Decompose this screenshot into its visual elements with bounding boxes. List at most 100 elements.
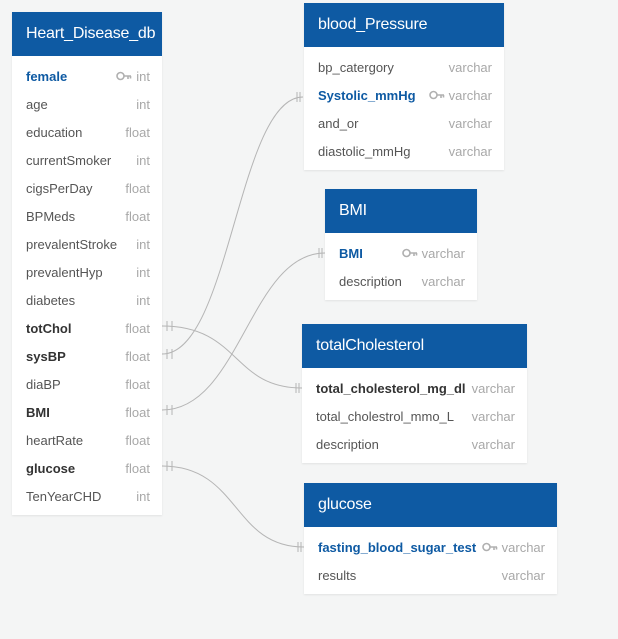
field-row[interactable]: totChol float xyxy=(12,314,162,342)
field-name: TenYearCHD xyxy=(26,488,102,504)
field-type: float xyxy=(125,180,150,196)
field-row[interactable]: total_cholesterol_mg_dl varchar xyxy=(302,374,527,402)
field-row[interactable]: Systolic_mmHg varchar xyxy=(304,81,504,109)
field-type: float xyxy=(125,124,150,140)
field-name: bp_catergory xyxy=(318,59,394,75)
field-type: int xyxy=(136,68,150,84)
field-row[interactable]: diabetes int xyxy=(12,286,162,314)
field-row[interactable]: diastolic_mmHg varchar xyxy=(304,137,504,165)
field-type: varchar xyxy=(471,408,515,424)
field-row[interactable]: sysBP float xyxy=(12,342,162,370)
field-type: int xyxy=(136,152,150,168)
field-name: sysBP xyxy=(26,348,66,364)
field-type: int xyxy=(136,488,150,504)
field-name: education xyxy=(26,124,83,140)
field-name: cigsPerDay xyxy=(26,180,93,196)
field-row[interactable]: description varchar xyxy=(325,267,477,295)
field-name: BMI xyxy=(26,404,50,420)
link-bmi-bmi xyxy=(161,252,326,411)
field-list: total_cholesterol_mg_dl varchar total_chol… xyxy=(302,368,527,464)
field-type: varchar xyxy=(448,115,492,131)
table-blood-pressure[interactable]: blood_Pressure bp_catergory varchar Systol… xyxy=(304,3,504,170)
link-totchol-cholesterol xyxy=(161,325,303,389)
field-type: varchar xyxy=(448,59,492,75)
field-name: and_or xyxy=(318,115,359,131)
field-row[interactable]: diaBP float xyxy=(12,370,162,398)
field-row[interactable]: BPMeds float xyxy=(12,202,162,230)
field-row[interactable]: total_cholestrol_mmo_L varchar xyxy=(302,402,527,430)
field-type: varchar xyxy=(448,87,492,103)
field-name: glucose xyxy=(26,460,76,476)
table-title[interactable]: Heart_Disease_db xyxy=(12,12,162,56)
field-row[interactable]: BMI float xyxy=(12,398,162,426)
primary-key-icon xyxy=(428,90,445,100)
field-name: prevalentHyp xyxy=(26,264,103,280)
link-glucose-fasting xyxy=(161,465,305,548)
table-heart-disease-db[interactable]: Heart_Disease_db female int age int educatio… xyxy=(12,12,162,515)
field-type: varchar xyxy=(421,273,465,289)
table-glucose[interactable]: glucose fasting_blood_sugar_test varchar r… xyxy=(304,483,557,594)
table-title[interactable]: blood_Pressure xyxy=(304,3,504,47)
field-row[interactable]: age int xyxy=(12,90,162,118)
field-name: female xyxy=(26,68,68,84)
field-row[interactable]: heartRate float xyxy=(12,426,162,454)
field-type: float xyxy=(125,320,150,336)
field-name: currentSmoker xyxy=(26,152,112,168)
field-type: int xyxy=(136,292,150,308)
field-type: int xyxy=(136,236,150,252)
field-row[interactable]: currentSmoker int xyxy=(12,146,162,174)
field-list: BMI varchar description varchar xyxy=(325,233,477,301)
field-list: bp_catergory varchar Systolic_mmHg varchar a… xyxy=(304,47,504,171)
field-name: description xyxy=(339,273,402,289)
field-type: float xyxy=(125,348,150,364)
field-name: age xyxy=(26,96,48,112)
field-list: fasting_blood_sugar_test varchar results va… xyxy=(304,527,557,595)
field-name: fasting_blood_sugar_test xyxy=(318,539,477,555)
field-name: diabetes xyxy=(26,292,76,308)
field-name: heartRate xyxy=(26,432,84,448)
field-type: float xyxy=(125,208,150,224)
primary-key-icon xyxy=(401,248,418,258)
field-row[interactable]: and_or varchar xyxy=(304,109,504,137)
field-row[interactable]: BMI varchar xyxy=(325,239,477,267)
field-row[interactable]: glucose float xyxy=(12,454,162,482)
field-type: varchar xyxy=(471,380,515,396)
field-type: varchar xyxy=(471,436,515,452)
field-row[interactable]: education float xyxy=(12,118,162,146)
link-sysbp-systolic xyxy=(161,96,304,355)
field-row[interactable]: prevalentStroke int xyxy=(12,230,162,258)
field-type: float xyxy=(125,376,150,392)
table-bmi[interactable]: BMI BMI varchar description varchar xyxy=(325,189,477,300)
field-name: diastolic_mmHg xyxy=(318,143,411,159)
primary-key-icon xyxy=(116,71,132,81)
field-type: varchar xyxy=(501,539,545,555)
field-type: int xyxy=(136,96,150,112)
field-row[interactable]: fasting_blood_sugar_test varchar xyxy=(304,533,557,561)
field-row[interactable]: description varchar xyxy=(302,430,527,458)
field-row[interactable]: female int xyxy=(12,62,162,90)
table-total-cholesterol[interactable]: totalCholesterol total_cholesterol_mg_dl… xyxy=(302,324,527,463)
primary-key-icon xyxy=(481,542,498,552)
field-list: female int age int education float currentSmok… xyxy=(12,56,162,516)
field-row[interactable]: bp_catergory varchar xyxy=(304,53,504,81)
table-title[interactable]: totalCholesterol xyxy=(302,324,527,368)
field-type: float xyxy=(125,460,150,476)
table-title[interactable]: glucose xyxy=(304,483,557,527)
field-type: varchar xyxy=(448,143,492,159)
field-name: description xyxy=(316,436,379,452)
field-row[interactable]: results varchar xyxy=(304,561,557,589)
field-name: totChol xyxy=(26,320,72,336)
field-row[interactable]: cigsPerDay float xyxy=(12,174,162,202)
field-name: total_cholesterol_mg_dl xyxy=(316,380,466,396)
field-row[interactable]: TenYearCHD int xyxy=(12,482,162,510)
diagram-canvas: Heart_Disease_db female int age int educatio… xyxy=(0,0,618,639)
field-type: varchar xyxy=(421,245,465,261)
field-name: Systolic_mmHg xyxy=(318,87,416,103)
field-type: float xyxy=(125,404,150,420)
field-name: total_cholestrol_mmo_L xyxy=(316,408,455,424)
table-title[interactable]: BMI xyxy=(325,189,477,233)
field-type: float xyxy=(125,432,150,448)
field-row[interactable]: prevalentHyp int xyxy=(12,258,162,286)
field-name: BPMeds xyxy=(26,208,76,224)
field-type: varchar xyxy=(501,567,545,583)
